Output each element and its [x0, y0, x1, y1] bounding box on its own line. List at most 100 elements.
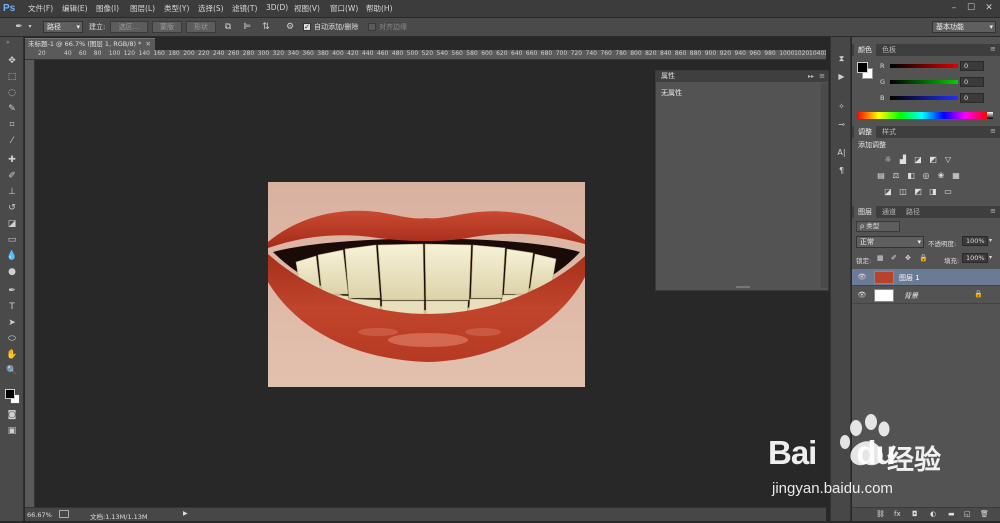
character-panel-icon[interactable]: A|	[834, 145, 849, 160]
close-button[interactable]: ✕	[982, 2, 996, 14]
preview-icon[interactable]	[59, 510, 69, 518]
black-white-ramp[interactable]	[987, 112, 993, 119]
color-panel-menu-icon[interactable]: ≡	[990, 45, 996, 53]
collapse-icon[interactable]: »	[6, 39, 10, 46]
move-tool-icon[interactable]: ✥	[3, 54, 21, 68]
brush-tool-icon[interactable]: ✐	[3, 169, 21, 183]
properties-scrollbar[interactable]	[821, 83, 828, 288]
healing-brush-tool-icon[interactable]: ✚	[3, 153, 21, 167]
resize-handle[interactable]	[736, 286, 750, 288]
brush-panel-icon[interactable]: ✧	[834, 99, 849, 114]
tab-color[interactable]: 颜色	[854, 44, 876, 56]
type-tool-icon[interactable]: T	[3, 300, 21, 314]
adjustments-panel-menu-icon[interactable]: ≡	[990, 127, 996, 135]
brightness-contrast-icon[interactable]: ☼	[883, 155, 893, 164]
screen-mode-icon[interactable]: ▣	[3, 424, 21, 438]
align-edges-checkbox[interactable]	[368, 23, 376, 31]
menu-help[interactable]: 帮助(H)	[366, 3, 393, 14]
properties-panel-header[interactable]: 属性 ▸▸ ≡	[656, 71, 828, 82]
eye-icon[interactable]: 👁	[857, 291, 867, 300]
brush-presets-icon[interactable]: ⊸	[834, 117, 849, 132]
fill-arrow-icon[interactable]: ▾	[989, 254, 992, 261]
layer-kind-filter[interactable]: ρ 类型	[856, 221, 900, 232]
tab-layers[interactable]: 图层	[854, 206, 876, 218]
menu-select[interactable]: 选择(S)	[198, 3, 224, 14]
document-tab[interactable]: 未标题-1 @ 66.7% (图层 1, RGB/8) * ✕	[25, 38, 155, 50]
shape-button[interactable]: 形状	[186, 21, 216, 33]
vibrance-icon[interactable]: ▽	[943, 155, 953, 164]
menu-file[interactable]: 文件(F)	[28, 3, 53, 14]
channel-g-slider[interactable]	[890, 80, 958, 84]
path-arrangement-icon[interactable]: ⇅	[260, 21, 272, 33]
gradient-tool-icon[interactable]: ▭	[3, 233, 21, 247]
threshold-icon[interactable]: ◩	[913, 187, 923, 196]
lock-pixels-icon[interactable]: ✐	[891, 254, 897, 262]
paragraph-panel-icon[interactable]: ¶	[834, 163, 849, 178]
lock-transparent-icon[interactable]: ▦	[877, 254, 884, 262]
pen-tool-icon[interactable]: ✒	[12, 21, 26, 33]
clone-stamp-tool-icon[interactable]: ⊥	[3, 185, 21, 199]
channel-b-value[interactable]: 0	[960, 93, 984, 103]
path-select-tool-icon[interactable]: ➤	[3, 316, 21, 330]
exposure-icon[interactable]: ◩	[928, 155, 938, 164]
eyedropper-tool-icon[interactable]: ⁄	[3, 134, 21, 148]
minimize-button[interactable]: –	[947, 2, 961, 14]
panel-menu-icon[interactable]: ≡	[819, 71, 825, 82]
pen-mode-select[interactable]: 路径	[43, 21, 83, 33]
quick-mask-icon[interactable]: ◙	[3, 408, 21, 422]
channel-g-value[interactable]: 0	[960, 77, 984, 87]
color-lookup-icon[interactable]: ▦	[951, 171, 961, 180]
tab-channels[interactable]: 通道	[878, 206, 900, 218]
menu-3d[interactable]: 3D(D)	[266, 3, 288, 12]
eraser-tool-icon[interactable]: ◪	[3, 217, 21, 231]
lasso-tool-icon[interactable]: ◌	[3, 86, 21, 100]
hand-tool-icon[interactable]: ✋	[3, 348, 21, 362]
maximize-button[interactable]: ☐	[964, 2, 978, 14]
path-operations-icon[interactable]: ⧉	[222, 21, 234, 33]
history-panel-icon[interactable]: ⧗	[834, 51, 849, 66]
gear-icon[interactable]: ⚙	[284, 21, 296, 33]
invert-icon[interactable]: ◪	[883, 187, 893, 196]
foreground-swatch[interactable]	[857, 62, 868, 73]
curves-icon[interactable]: ◪	[913, 155, 923, 164]
selective-color-icon[interactable]: ◨	[928, 187, 938, 196]
close-tab-icon[interactable]: ✕	[146, 39, 151, 50]
tab-paths[interactable]: 路径	[902, 206, 924, 218]
menu-type[interactable]: 类型(Y)	[164, 3, 189, 14]
lock-all-icon[interactable]: 🔒	[919, 254, 928, 262]
ellipse-tool-icon[interactable]: ⬭	[3, 332, 21, 346]
posterize-icon[interactable]: ◫	[898, 187, 908, 196]
marquee-tool-icon[interactable]: ⬚	[3, 70, 21, 84]
layer-name[interactable]: 背景	[904, 291, 918, 301]
black-white-icon[interactable]: ◧	[906, 171, 916, 180]
lock-position-icon[interactable]: ✥	[905, 254, 911, 262]
status-menu-arrow-icon[interactable]: ▶	[183, 510, 188, 517]
tab-swatches[interactable]: 色板	[878, 44, 900, 56]
history-brush-tool-icon[interactable]: ↺	[3, 201, 21, 215]
path-alignment-icon[interactable]: ⊫	[241, 21, 253, 33]
dodge-tool-icon[interactable]: ●	[3, 265, 21, 279]
quick-select-tool-icon[interactable]: ✎	[3, 102, 21, 116]
levels-icon[interactable]: ▟	[898, 155, 908, 164]
menu-image[interactable]: 图像(I)	[96, 3, 119, 14]
layer-row-background[interactable]: 👁 背景 🔒	[852, 287, 1000, 304]
color-spectrum-bar[interactable]	[857, 112, 987, 119]
gradient-map-icon[interactable]: ▭	[943, 187, 953, 196]
crop-tool-icon[interactable]: ⌗	[3, 118, 21, 132]
zoom-level[interactable]: 66.67%	[27, 511, 52, 519]
menu-filter[interactable]: 滤镜(T)	[232, 3, 257, 14]
opacity-value[interactable]: 100%	[962, 236, 988, 246]
fill-value[interactable]: 100%	[962, 253, 988, 263]
photo-filter-icon[interactable]: ◎	[921, 171, 931, 180]
tool-preset-dropdown-icon[interactable]: ▾	[27, 21, 33, 33]
auto-add-delete-checkbox[interactable]: ✓	[303, 23, 311, 31]
menu-window[interactable]: 窗口(W)	[330, 3, 358, 14]
mask-button[interactable]: 蒙版	[152, 21, 182, 33]
collapse-panel-icon[interactable]: ▸▸	[808, 71, 814, 82]
menu-view[interactable]: 视图(V)	[294, 3, 320, 14]
actions-panel-icon[interactable]: ▶	[834, 69, 849, 84]
channel-b-slider[interactable]	[890, 96, 958, 100]
workspace-select[interactable]: 基本功能	[932, 21, 996, 33]
channel-r-value[interactable]: 0	[960, 61, 984, 71]
color-balance-icon[interactable]: ⚖	[891, 171, 901, 180]
